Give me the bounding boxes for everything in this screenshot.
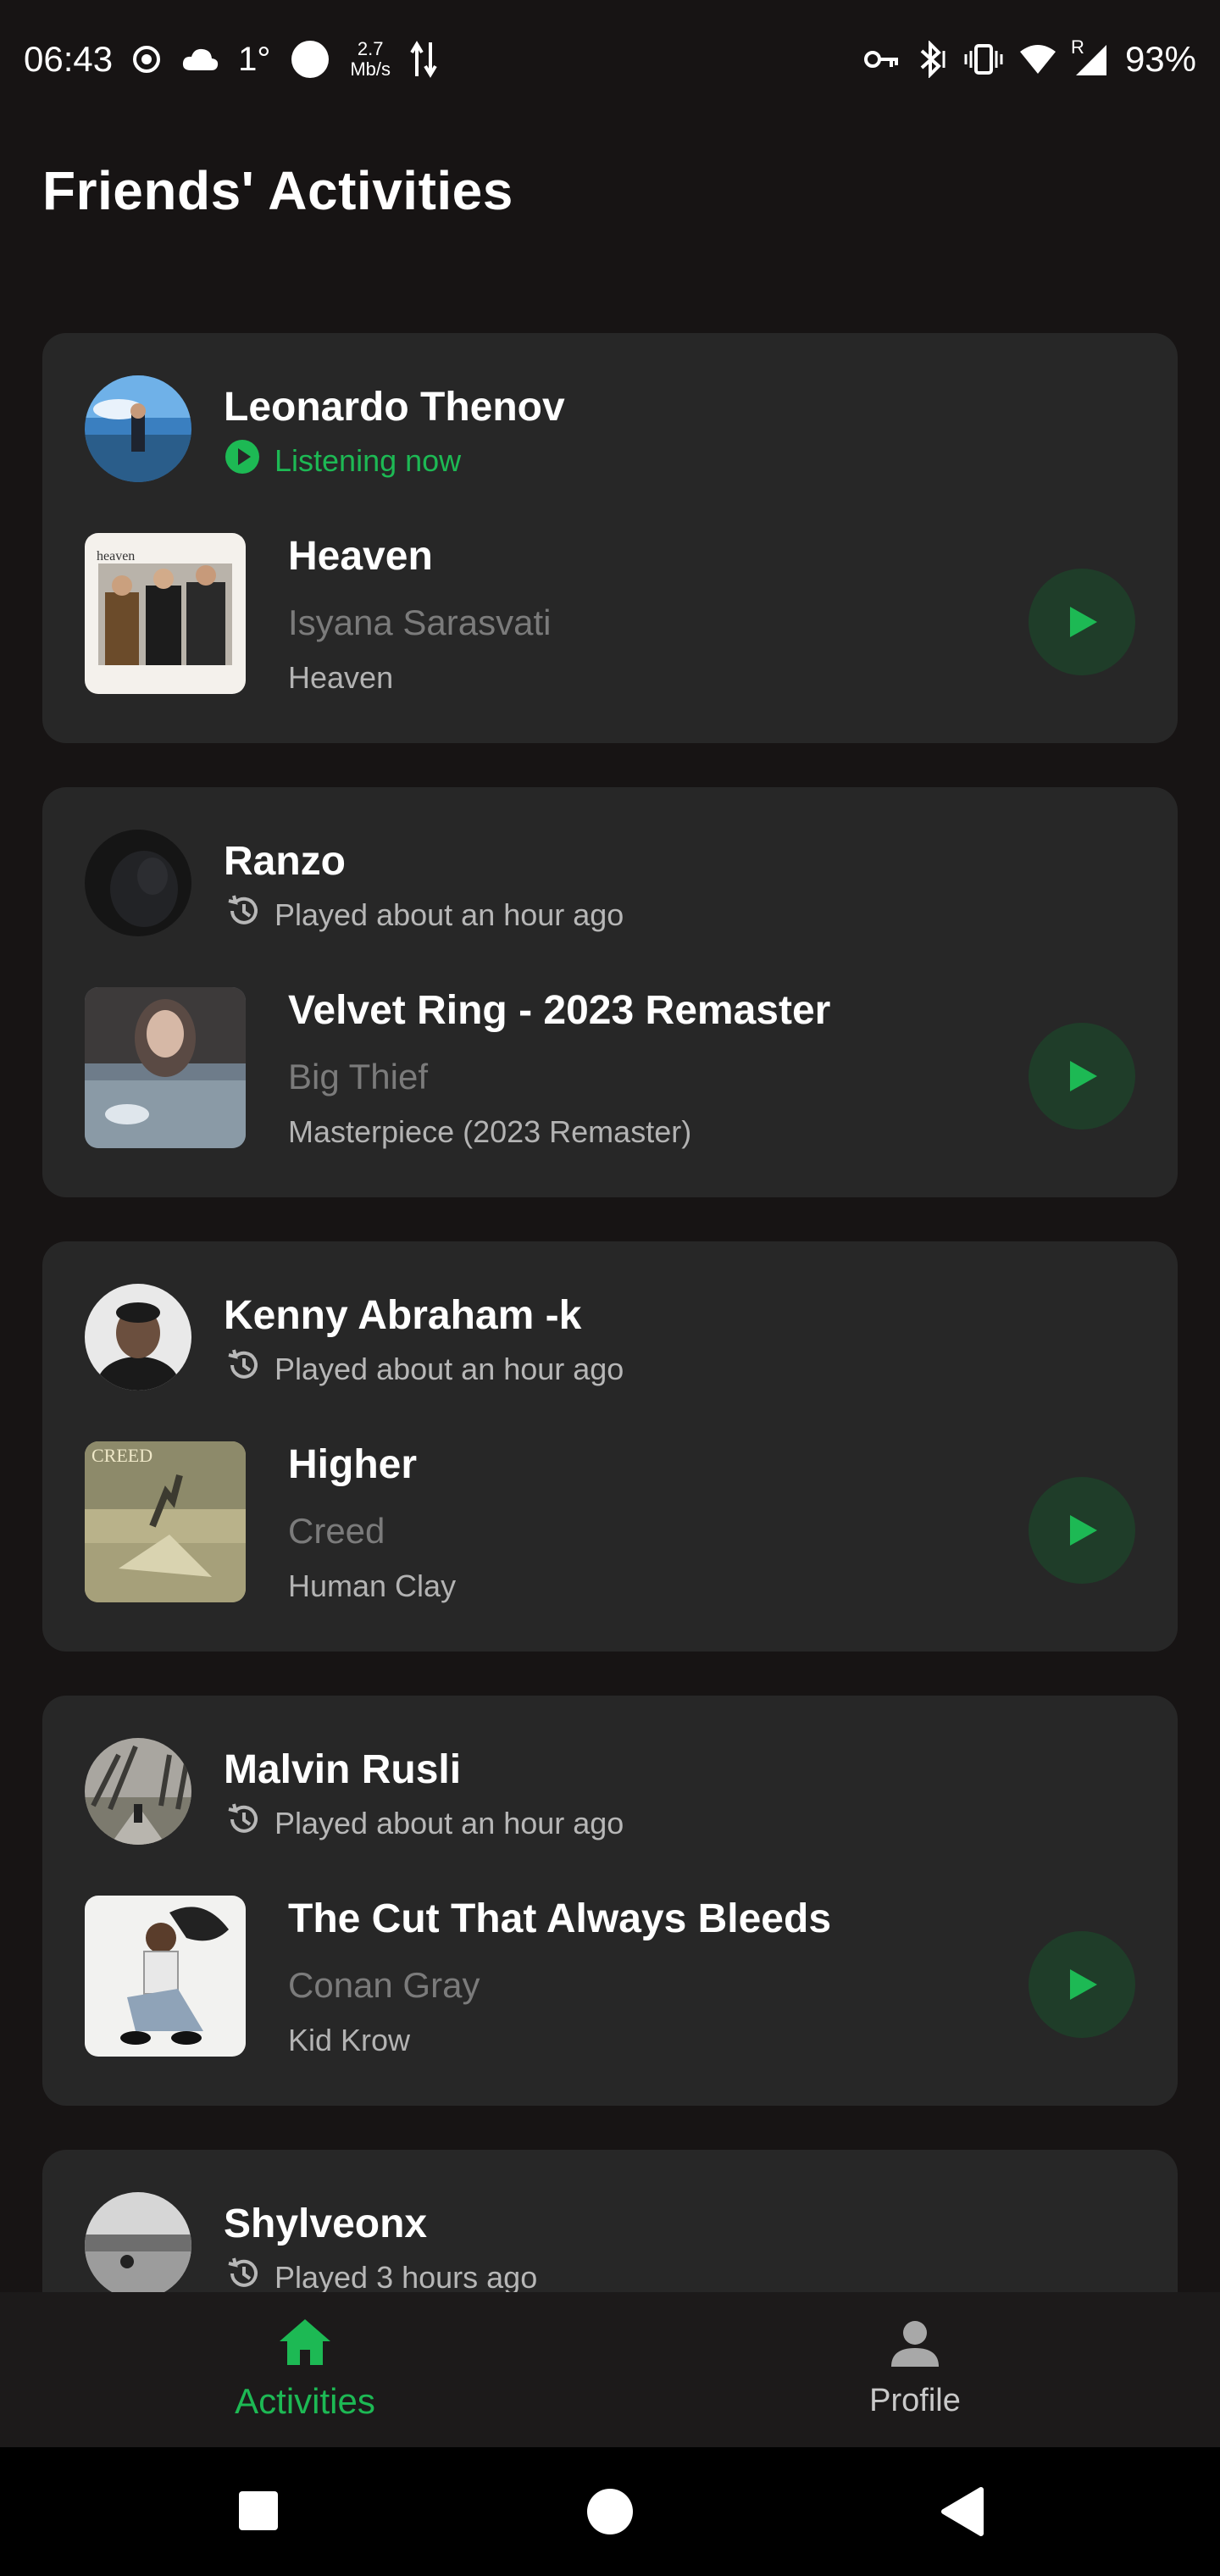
cloud-icon — [180, 45, 219, 74]
track-artist: Isyana Sarasvati — [288, 602, 552, 642]
track-artist: Big Thief — [288, 1057, 428, 1096]
system-navigation-bar — [0, 2447, 1220, 2576]
status-text: Played about an hour ago — [274, 1805, 624, 1840]
avatar[interactable] — [85, 2192, 191, 2292]
vpn-key-icon — [863, 48, 900, 70]
track-artist: Conan Gray — [288, 1965, 480, 2005]
status-text: Played about an hour ago — [274, 1351, 624, 1386]
history-icon — [224, 892, 261, 937]
network-speed: 2.7 Mb/s — [350, 38, 391, 80]
nav-profile-label: Profile — [869, 2383, 961, 2418]
record-icon — [131, 44, 162, 75]
vibrate-icon — [964, 42, 1003, 76]
back-button[interactable] — [940, 2478, 984, 2550]
bluetooth-icon — [915, 41, 949, 78]
temperature: 1° — [238, 40, 271, 78]
status-text: Played about an hour ago — [274, 897, 624, 932]
friend-name: Leonardo Thenov — [224, 385, 565, 430]
album-cover[interactable]: CREED — [85, 1441, 246, 1602]
home-button[interactable] — [585, 2478, 635, 2550]
activity-card[interactable]: Malvin Rusli Played about an hour ago Th… — [42, 1696, 1178, 2106]
nav-activities-label: Activities — [235, 2381, 375, 2421]
track-album: Human Clay — [288, 1568, 457, 1603]
battery-level: 93% — [1124, 39, 1196, 79]
track-title: The Cut That Always Bleeds — [288, 1896, 832, 1941]
track-title: Velvet Ring - 2023 Remaster — [288, 988, 831, 1033]
album-cover[interactable] — [85, 1896, 246, 2057]
moon-icon — [289, 38, 331, 80]
recents-button[interactable] — [237, 2478, 280, 2550]
status-text: Played 3 hours ago — [274, 2259, 538, 2293]
played-status: Played about an hour ago — [224, 1801, 624, 1846]
play-button[interactable] — [1029, 1931, 1135, 2038]
play-circle-icon — [224, 438, 261, 483]
bottom-navigation: Activities Profile — [0, 2292, 1220, 2447]
cover-text: CREED — [92, 1445, 152, 1466]
play-icon — [1070, 607, 1097, 637]
friend-name: Kenny Abraham -k — [224, 1293, 582, 1338]
cover-text: heaven — [97, 549, 135, 564]
signal-icon: R — [1071, 36, 1110, 77]
play-icon — [1070, 1515, 1097, 1546]
play-icon — [1070, 1969, 1097, 2000]
nav-profile[interactable]: Profile — [805, 2318, 1025, 2419]
track-album: Kid Krow — [288, 2023, 411, 2057]
track-artist: Creed — [288, 1511, 385, 1551]
played-status: Played about an hour ago — [224, 1346, 624, 1391]
status-text: Listening now — [274, 442, 462, 478]
track-album: Masterpiece (2023 Remaster) — [288, 1114, 692, 1149]
track-title: Higher — [288, 1442, 418, 1487]
avatar[interactable] — [85, 830, 191, 936]
activity-card[interactable]: Shylveonx Played 3 hours ago — [42, 2150, 1178, 2292]
activity-card[interactable]: Kenny Abraham -k Played about an hour ag… — [42, 1241, 1178, 1652]
friend-name: Malvin Rusli — [224, 1747, 462, 1792]
avatar[interactable] — [85, 1738, 191, 1845]
person-icon — [890, 2318, 940, 2373]
roaming-indicator: R — [1070, 36, 1084, 58]
track-title: Heaven — [288, 534, 433, 579]
nav-activities[interactable]: Activities — [195, 2318, 415, 2422]
avatar[interactable] — [85, 1284, 191, 1391]
home-icon — [278, 2318, 332, 2371]
data-transfer-icon — [409, 39, 438, 80]
play-icon — [1070, 1061, 1097, 1091]
history-icon — [224, 2255, 261, 2292]
activity-card[interactable]: Leonardo Thenov Listening now heaven Hea… — [42, 333, 1178, 743]
status-bar: 06:43 1° 2.7 Mb/s R 93% — [0, 0, 1220, 119]
friend-name: Ranzo — [224, 839, 346, 884]
album-cover[interactable]: heaven — [85, 533, 246, 694]
friend-name: Shylveonx — [224, 2201, 428, 2246]
avatar[interactable] — [85, 375, 191, 482]
wifi-icon — [1018, 43, 1057, 75]
played-status: Played 3 hours ago — [224, 2255, 537, 2292]
played-status: Played about an hour ago — [224, 892, 624, 937]
play-button[interactable] — [1029, 1477, 1135, 1584]
page-title: Friends' Activities — [42, 160, 513, 221]
play-button[interactable] — [1029, 569, 1135, 675]
activity-feed[interactable]: Leonardo Thenov Listening now heaven Hea… — [42, 333, 1178, 2292]
play-button[interactable] — [1029, 1023, 1135, 1130]
track-album: Heaven — [288, 660, 394, 695]
activity-card[interactable]: Ranzo Played about an hour ago Velvet Ri… — [42, 787, 1178, 1197]
album-cover[interactable] — [85, 987, 246, 1148]
history-icon — [224, 1801, 261, 1846]
history-icon — [224, 1346, 261, 1391]
status-time: 06:43 — [24, 39, 114, 79]
listening-status: Listening now — [224, 438, 461, 483]
